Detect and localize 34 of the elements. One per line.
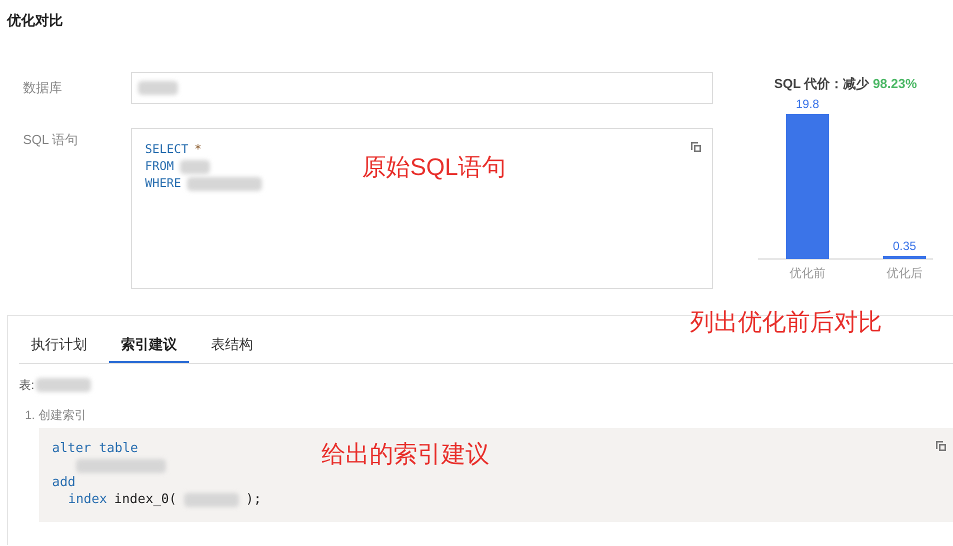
category-label: 优化前 <box>790 266 826 280</box>
category-label: 优化后 <box>886 266 922 280</box>
annotation-text: 原始SQL语句 <box>362 153 506 183</box>
tab[interactable]: 表结构 <box>199 334 265 363</box>
database-field[interactable] <box>131 72 713 104</box>
cost-summary: SQL 代价：减少 98.23% <box>774 75 917 93</box>
sql-keyword: index <box>68 491 108 508</box>
sql-editor[interactable]: SELECT * FROM WHERE 原始SQL语句 <box>131 128 713 289</box>
sql-keyword: WHERE <box>145 175 182 192</box>
sql-keyword: add <box>52 474 76 491</box>
sql-keyword: alter table <box>52 440 138 457</box>
field-label: SQL 语句 <box>22 131 80 149</box>
copy-icon[interactable] <box>935 440 947 452</box>
sql-token: ); <box>246 491 262 508</box>
field-label: 数据库 <box>22 79 63 98</box>
redacted-blur <box>184 492 239 506</box>
sql-token: index_0( <box>114 491 177 508</box>
tab[interactable]: 索引建议 <box>109 334 189 363</box>
annotation-text: 给出的索引建议 <box>321 440 490 470</box>
cost-bar <box>883 256 926 258</box>
annotation-text: 列出优化前后对比 <box>690 308 882 338</box>
sql-token: * <box>194 141 202 158</box>
sql-keyword: FROM <box>145 158 174 175</box>
page-title: 优化对比 <box>7 11 63 30</box>
redacted-blur <box>138 81 178 95</box>
tab[interactable]: 执行计划 <box>19 334 99 363</box>
copy-icon[interactable] <box>690 141 702 153</box>
bar-value-label: 19.8 <box>796 96 820 110</box>
redacted-blur <box>180 160 210 174</box>
sql-keyword: SELECT <box>145 141 188 158</box>
bar-value-label: 0.35 <box>892 238 916 252</box>
redacted-blur <box>36 378 92 392</box>
table-label: 表: <box>19 377 34 394</box>
step-title: 1. 创建索引 <box>24 407 88 424</box>
